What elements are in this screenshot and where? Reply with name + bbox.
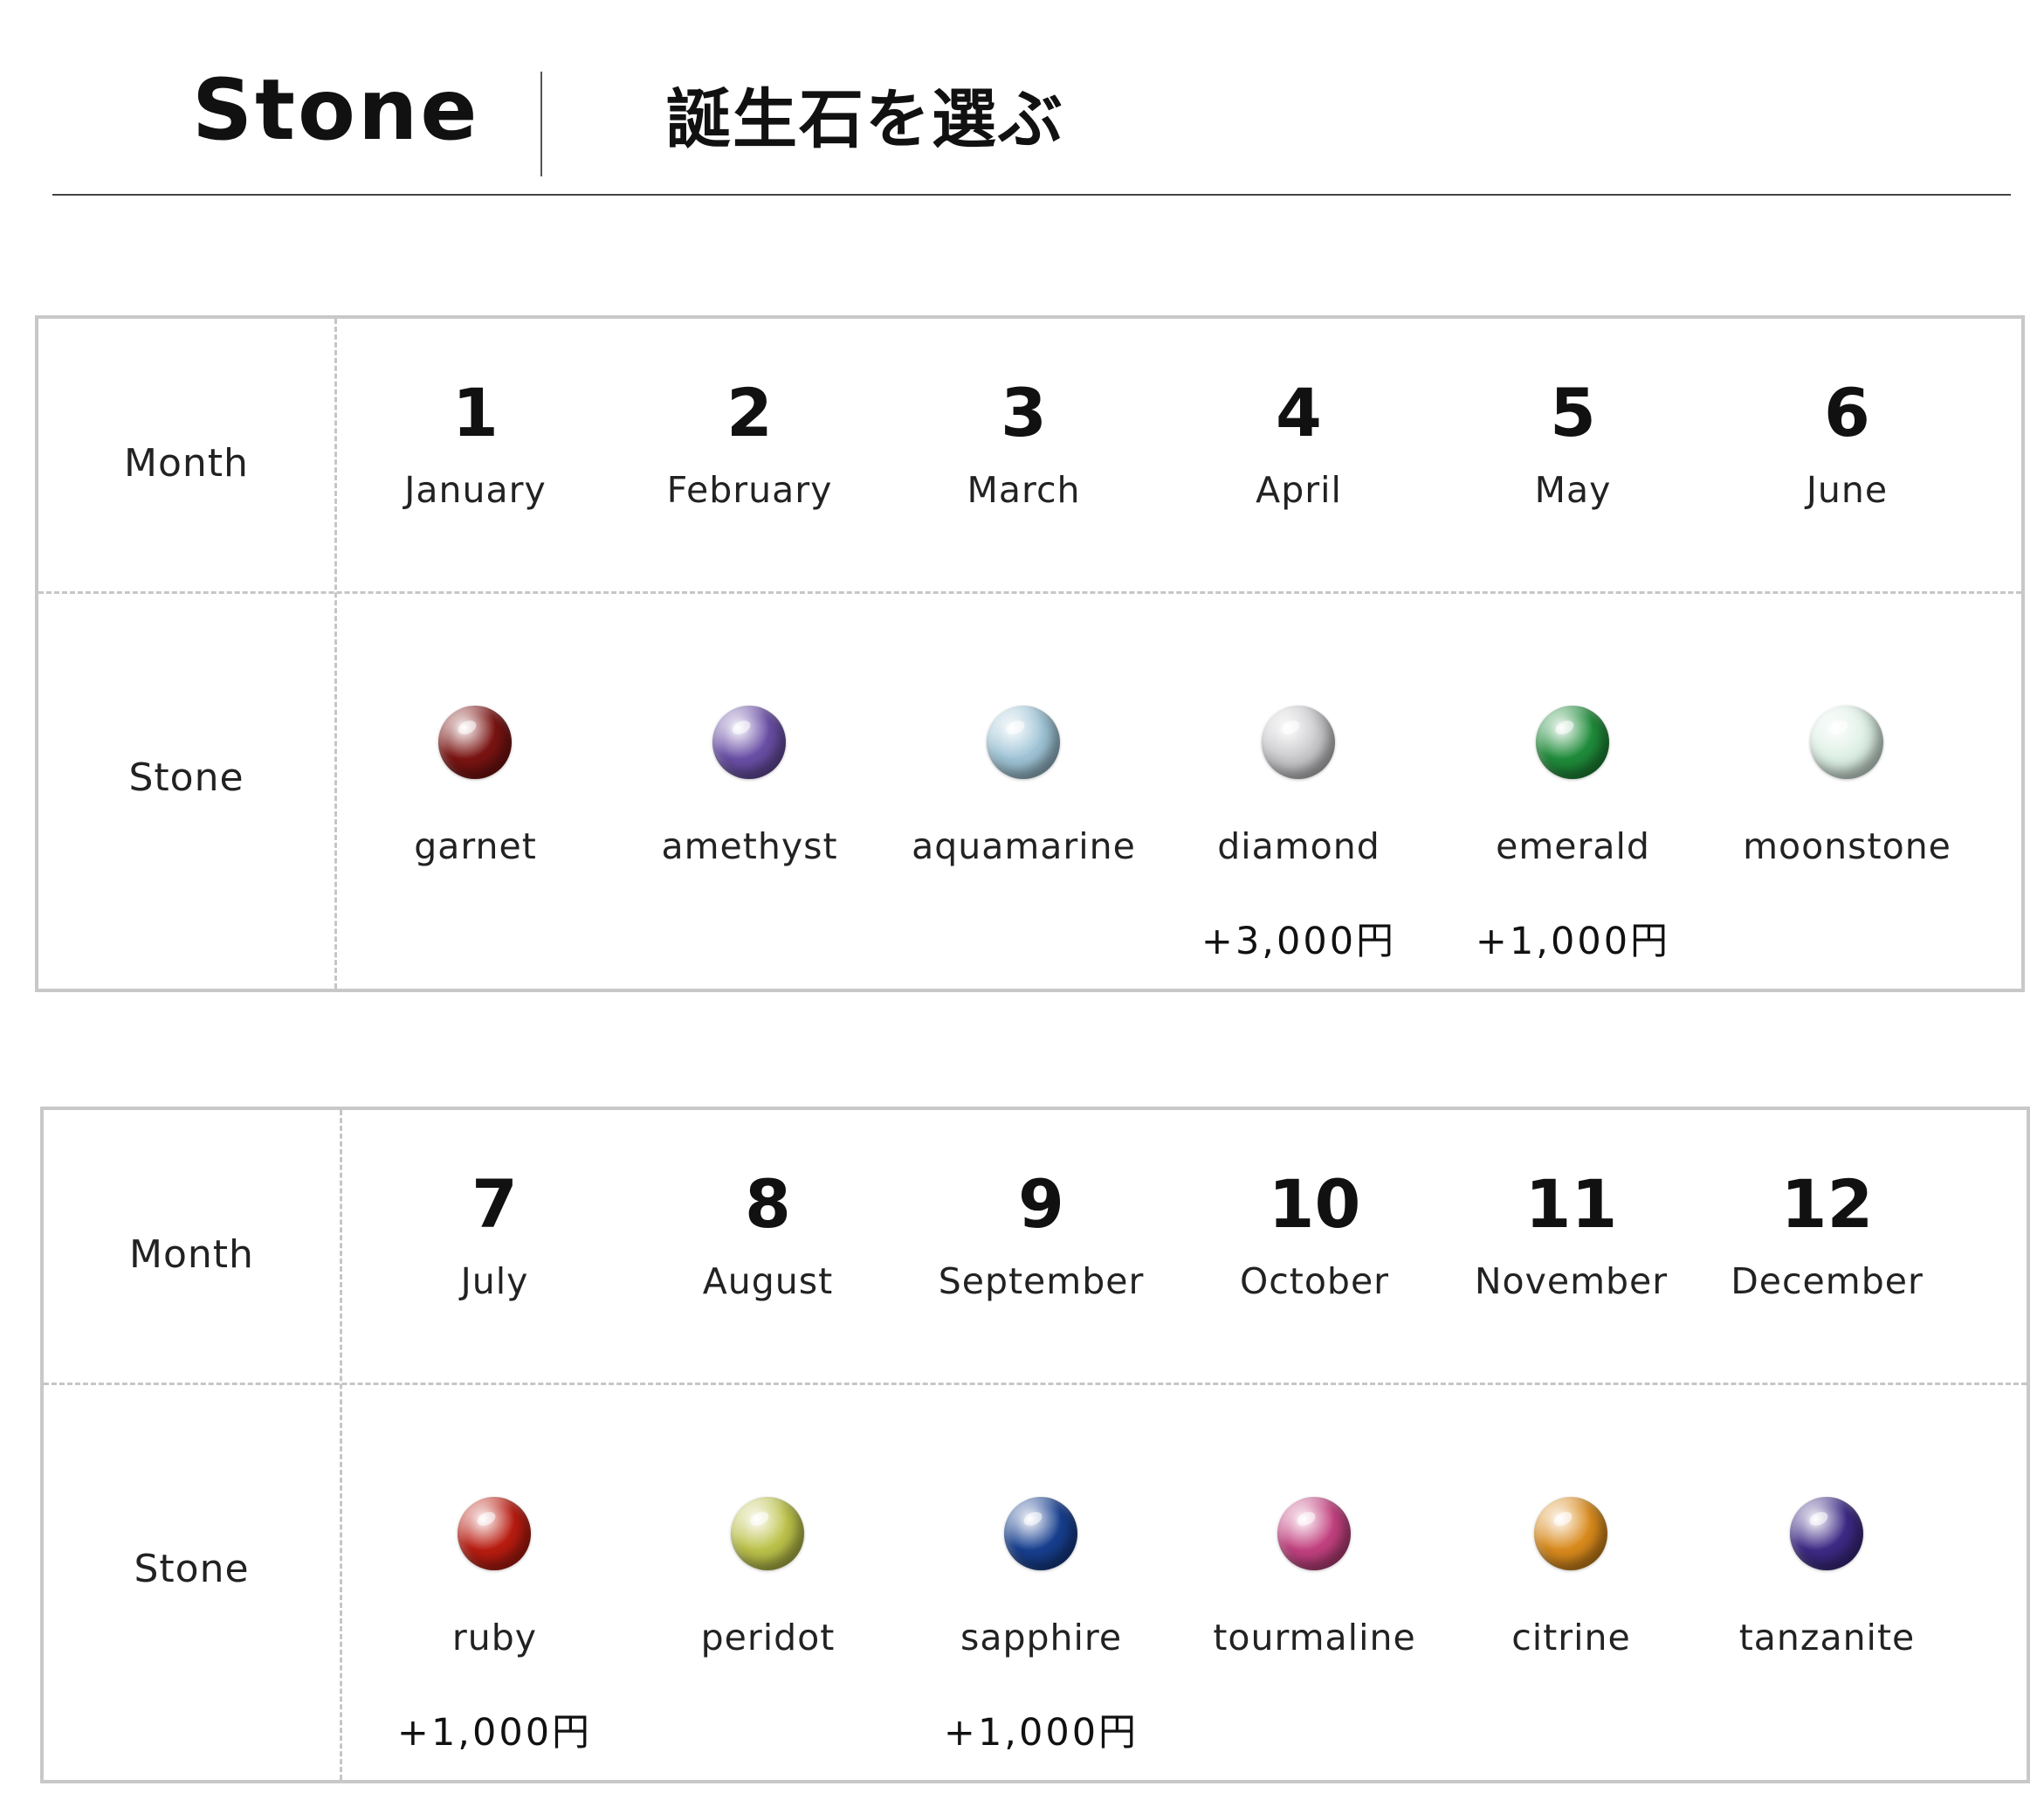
month-number: 8 (745, 1165, 791, 1243)
month-name: January (404, 469, 547, 511)
tourmaline-gem-icon[interactable] (1277, 1497, 1351, 1570)
label-divider (340, 1110, 342, 1780)
page-title-jp: 誕生石を選ぶ (666, 82, 1064, 157)
month-number: 5 (1550, 374, 1596, 452)
stone-row-label: Stone (128, 755, 244, 800)
row-divider (38, 591, 2021, 594)
stone-price: +1,000円 (943, 1711, 1139, 1755)
row-divider (44, 1383, 2027, 1385)
emerald-gem-icon[interactable] (1536, 706, 1609, 779)
stone-price: +1,000円 (1475, 920, 1671, 963)
month-number: 4 (1276, 374, 1322, 452)
stone-name: aquamarine (912, 825, 1136, 867)
month-number: 6 (1824, 374, 1870, 452)
stone-name: citrine (1511, 1617, 1631, 1659)
amethyst-gem-icon[interactable] (712, 706, 786, 779)
diamond-gem-icon[interactable] (1262, 706, 1335, 779)
stone-name: ruby (451, 1617, 538, 1659)
month-name: February (666, 469, 833, 511)
stone-row-label: Stone (134, 1547, 250, 1591)
tanzanite-gem-icon[interactable] (1790, 1497, 1863, 1570)
stone-name: amethyst (661, 825, 838, 867)
month-name: March (967, 469, 1081, 511)
month-name: September (938, 1260, 1145, 1302)
month-number: 9 (1018, 1165, 1064, 1243)
stone-name: sapphire (960, 1617, 1123, 1659)
month-name: December (1731, 1260, 1924, 1302)
page-header: Stone 誕生石を選ぶ (0, 0, 2044, 201)
ruby-gem-icon[interactable] (458, 1497, 531, 1570)
aquamarine-gem-icon[interactable] (987, 706, 1060, 779)
sapphire-gem-icon[interactable] (1004, 1497, 1077, 1570)
month-row-label: Month (129, 1232, 254, 1277)
stone-name: moonstone (1743, 825, 1951, 867)
header-underline (52, 194, 2011, 196)
month-name: October (1239, 1260, 1390, 1302)
stone-name: garnet (414, 825, 537, 867)
month-number: 7 (471, 1165, 518, 1243)
month-name: November (1474, 1260, 1669, 1302)
birthstone-table-1: Month Stone 1 January garnet 2 February … (35, 315, 2025, 992)
page-title-en: Stone (192, 61, 480, 159)
month-number: 3 (1001, 374, 1047, 452)
stone-price: +3,000円 (1201, 920, 1397, 963)
moonstone-gem-icon[interactable] (1810, 706, 1883, 779)
month-name: July (460, 1260, 529, 1302)
month-row-label: Month (124, 441, 249, 486)
stone-name: peridot (700, 1617, 836, 1659)
month-number: 12 (1780, 1165, 1874, 1243)
stone-name: emerald (1496, 825, 1650, 867)
garnet-gem-icon[interactable] (438, 706, 512, 779)
peridot-gem-icon[interactable] (731, 1497, 804, 1570)
month-number: 11 (1524, 1165, 1618, 1243)
birthstone-table-2: Month Stone 7 July ruby +1,000円 8 August… (40, 1107, 2030, 1783)
month-name: May (1534, 469, 1612, 511)
citrine-gem-icon[interactable] (1534, 1497, 1607, 1570)
month-name: August (702, 1260, 834, 1302)
stone-name: tourmaline (1213, 1617, 1416, 1659)
month-number: 10 (1268, 1165, 1361, 1243)
stone-name: diamond (1217, 825, 1380, 867)
header-divider (540, 72, 542, 176)
month-number: 2 (726, 374, 773, 452)
stone-price: +1,000円 (396, 1711, 593, 1755)
month-number: 1 (452, 374, 499, 452)
stone-name: tanzanite (1738, 1617, 1916, 1659)
month-name: June (1806, 469, 1889, 511)
month-name: April (1256, 469, 1342, 511)
label-divider (334, 319, 337, 989)
